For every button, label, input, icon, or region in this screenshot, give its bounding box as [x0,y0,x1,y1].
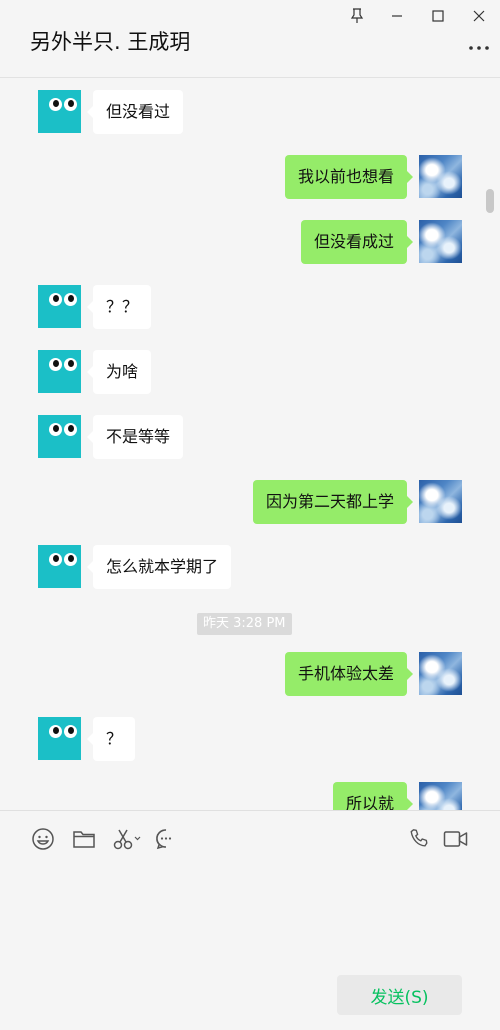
message-bubble-incoming[interactable]: ？ [86,717,136,761]
more-icon [469,46,489,50]
message-bubble-outgoing[interactable]: 但没看成过 [300,220,414,264]
message-bubble-incoming[interactable]: 不是等等 [86,415,184,459]
message-bubble-incoming[interactable]: 但没看过 [86,90,184,134]
contact-avatar[interactable] [38,415,81,458]
maximize-icon [432,10,444,22]
message-bubble-incoming[interactable]: 怎么就本学期了 [86,545,232,589]
contact-avatar[interactable] [38,717,81,760]
chat-history-icon [156,829,172,850]
folder-icon [73,831,95,848]
video-call-button[interactable] [441,826,471,852]
my-avatar[interactable] [419,155,462,198]
minimize-button[interactable] [379,4,415,28]
more-button[interactable] [468,38,490,58]
contact-avatar[interactable] [38,285,81,328]
contact-avatar[interactable] [38,350,81,393]
emoji-icon [32,828,54,850]
video-icon [443,831,468,847]
close-icon [473,10,485,22]
message-bubble-incoming[interactable]: 为啥 [86,350,152,394]
message-bubble-outgoing[interactable]: 手机体验太差 [284,652,414,696]
maximize-button[interactable] [420,4,456,28]
chat-history-button[interactable] [153,826,179,852]
chat-header: 另外半只. 王成玥 [0,0,500,78]
message-bubble-outgoing[interactable]: 我以前也想看 [284,155,414,199]
pin-button[interactable] [339,4,375,28]
phone-icon [410,829,428,847]
message-list[interactable]: 但没看过 我以前也想看 但没看成过 ？？ 为啥 不是等等 因为第二天都上学 怎么… [0,79,500,810]
chat-scrollbar[interactable] [486,189,494,213]
minimize-icon [392,15,402,17]
send-button[interactable]: 发送(S) [337,975,462,1015]
scissors-icon [113,829,141,850]
contact-avatar[interactable] [38,90,81,133]
message-timestamp: 昨天 3:28 PM [197,613,292,635]
my-avatar[interactable] [419,652,462,695]
message-bubble-outgoing[interactable]: 因为第二天都上学 [252,480,414,524]
pin-icon [350,8,364,23]
input-divider [0,810,500,811]
contact-avatar[interactable] [38,545,81,588]
voice-call-button[interactable] [406,826,432,852]
my-avatar[interactable] [419,480,462,523]
chat-title: 另外半只. 王成玥 [30,30,191,54]
my-avatar[interactable] [419,782,462,810]
message-input[interactable] [20,862,480,962]
send-file-button[interactable] [71,826,97,852]
screenshot-button[interactable] [112,826,142,852]
close-button[interactable] [461,4,497,28]
message-bubble-incoming[interactable]: ？？ [86,285,152,329]
message-bubble-outgoing[interactable]: 所以就 [332,782,414,810]
emoji-button[interactable] [30,826,56,852]
my-avatar[interactable] [419,220,462,263]
